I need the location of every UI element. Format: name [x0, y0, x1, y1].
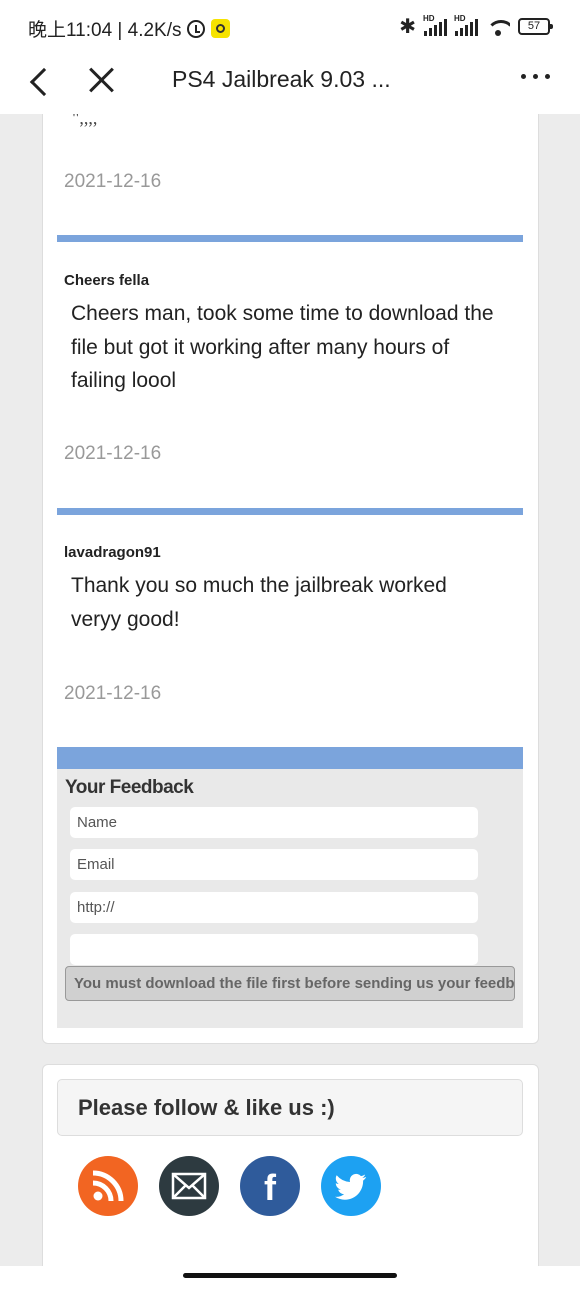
more-options-icon[interactable]: [521, 74, 550, 79]
web-content[interactable]: ",,,, 2021-12-16 Cheers fella Cheers man…: [0, 114, 580, 1266]
status-time: 晚上11:04 | 4.2K/s: [28, 20, 182, 41]
signal-1-icon: HD: [423, 14, 447, 36]
status-right: ✱ HD HD 57: [399, 14, 553, 39]
comment-author: Cheers fella: [64, 272, 150, 289]
feedback-title: Your Feedback: [65, 777, 194, 798]
nav-bar: PS4 Jailbreak 9.03 ...: [0, 52, 580, 114]
comment-date: 2021-12-16: [64, 171, 162, 192]
comment-date: 2021-12-16: [64, 683, 162, 704]
home-indicator[interactable]: [183, 1273, 397, 1278]
follow-title: Please follow & like us :): [78, 1095, 335, 1120]
wifi-icon: [486, 18, 510, 36]
comment-date: 2021-12-16: [64, 443, 162, 464]
close-icon[interactable]: [88, 66, 116, 94]
follow-header: Please follow & like us :): [57, 1079, 523, 1136]
comment-partial-text: ",,,,: [72, 114, 98, 128]
battery-icon: 57: [518, 18, 553, 35]
comment-text: Thank you so much the jailbreak worked v…: [71, 574, 447, 631]
feedback-form: Your Feedback You must download the file…: [57, 747, 523, 1028]
signal-2-icon: HD: [454, 14, 478, 36]
comment-author: lavadragon91: [64, 544, 161, 561]
svg-text:f: f: [264, 1167, 277, 1208]
submit-feedback-button[interactable]: You must download the file first before …: [65, 966, 515, 1001]
comment-divider: [57, 235, 523, 242]
status-bar: 晚上11:04 | 4.2K/s ✱ HD HD 57: [0, 0, 580, 52]
alarm-icon: [186, 19, 205, 38]
notification-icon: [210, 19, 230, 38]
comment-input[interactable]: [70, 934, 478, 965]
comment-text: Cheers man, took some time to download t…: [71, 302, 494, 392]
bluetooth-icon: ✱: [399, 16, 416, 38]
rss-icon[interactable]: [78, 1156, 138, 1216]
status-left: 晚上11:04 | 4.2K/s: [28, 15, 230, 42]
email-icon[interactable]: [159, 1156, 219, 1216]
name-input[interactable]: [70, 807, 478, 838]
email-input[interactable]: [70, 849, 478, 880]
website-input[interactable]: [70, 892, 478, 923]
facebook-icon[interactable]: f: [240, 1156, 300, 1216]
twitter-icon[interactable]: [321, 1156, 381, 1216]
back-icon[interactable]: [28, 64, 48, 98]
comment-divider: [57, 508, 523, 515]
feedback-divider: [57, 747, 523, 769]
page-title: PS4 Jailbreak 9.03 ...: [172, 66, 391, 92]
